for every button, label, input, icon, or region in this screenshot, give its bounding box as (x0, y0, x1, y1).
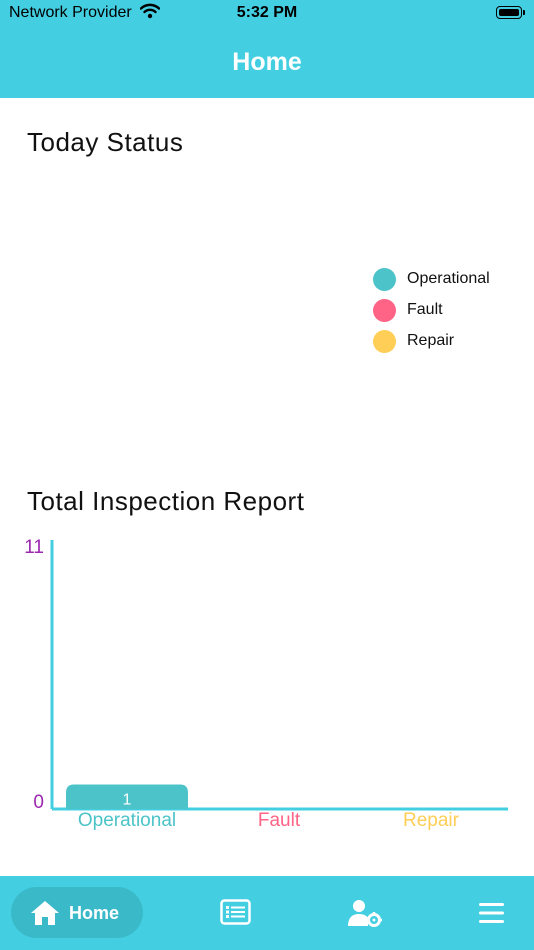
legend-dot-icon (373, 268, 396, 291)
inspection-report-title: Total Inspection Report (27, 486, 305, 516)
y-tick-label: 11 (24, 537, 44, 558)
tab-home-label: Home (69, 903, 120, 923)
user-settings-icon[interactable] (348, 899, 382, 932)
tab-home[interactable]: Home (11, 887, 143, 938)
bar-data-label: 1 (123, 792, 132, 809)
menu-icon[interactable] (479, 903, 504, 928)
bar-chart-svg: 0111Operational Fault Repair (24, 537, 508, 831)
legend-label: Operational (407, 270, 490, 287)
x-tick-label: Operational (78, 810, 176, 831)
battery-icon (496, 6, 525, 19)
inspection-bar-chart: 0 11 1 Operational Fault Repair (0, 530, 534, 850)
page-title: Home (232, 48, 302, 76)
today-status-title: Today Status (27, 127, 184, 157)
legend-dot-icon (373, 299, 396, 322)
home-icon (30, 900, 60, 931)
y-tick-label: 0 (33, 792, 44, 813)
nav-bar: Home (0, 28, 534, 98)
x-tick-label: Repair (403, 810, 460, 831)
clock: 5:32 PM (236, 4, 298, 21)
status-bar: Network Provider 5:32 PM (0, 0, 534, 28)
list-icon[interactable] (220, 899, 251, 930)
tab-bar: Home (0, 876, 534, 950)
legend-label: Repair (407, 332, 455, 349)
legend-dot-icon (373, 330, 396, 353)
x-tick-label: Fault (258, 810, 301, 831)
legend-label: Fault (407, 301, 443, 318)
